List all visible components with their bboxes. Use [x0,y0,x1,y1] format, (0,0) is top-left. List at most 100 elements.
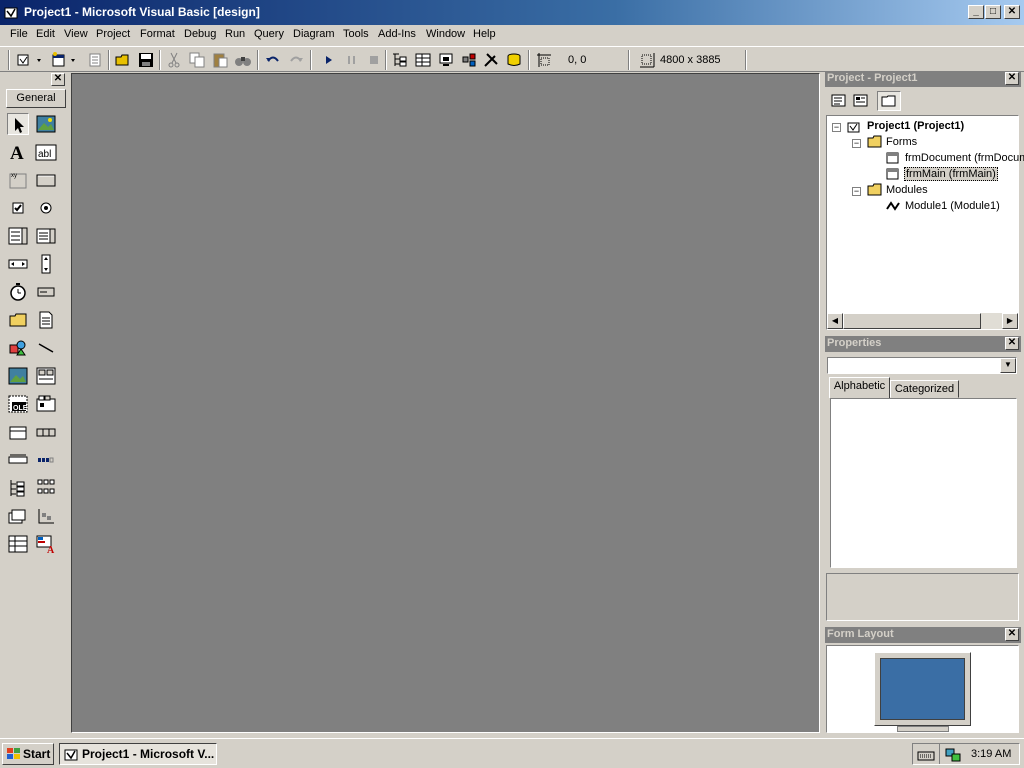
menu-addins[interactable]: Add-Ins [378,28,416,40]
menu-view[interactable]: View [64,28,88,40]
view-object-icon[interactable] [852,93,870,109]
chevron-down-icon[interactable]: ▼ [1000,358,1016,373]
toolbar-tool-icon[interactable] [7,421,29,443]
toolbar-grip[interactable] [8,50,10,70]
menu-editor-icon[interactable] [86,51,104,69]
treeview-tool-icon[interactable] [7,477,29,499]
add-form-dropdown-icon[interactable] [68,51,78,69]
end-icon[interactable] [365,51,383,69]
toolbox-close-icon[interactable]: ✕ [51,73,65,86]
add-project-icon[interactable] [16,51,34,69]
redo-icon[interactable] [287,51,305,69]
title-bar[interactable]: Project1 - Microsoft Visual Basic [desig… [0,0,1024,25]
start-icon[interactable] [320,51,338,69]
menu-diagram[interactable]: Diagram [293,28,335,40]
filelistbox-tool-icon[interactable] [35,309,57,331]
maximize-icon[interactable]: □ [985,5,1001,19]
tree-node-frmdocument[interactable]: frmDocument (frmDocument) [905,152,1024,164]
dirlistbox-tool-icon[interactable] [7,309,29,331]
drivelistbox-tool-icon[interactable] [35,281,57,303]
picturebox-tool-icon[interactable] [35,113,57,135]
ole-tool-icon[interactable]: OLE [7,393,29,415]
menu-format[interactable]: Format [140,28,175,40]
data-view-icon[interactable] [505,51,523,69]
mschart-tool-icon[interactable] [7,533,29,555]
expander-minus-icon[interactable]: − [852,187,861,196]
menu-window[interactable]: Window [426,28,465,40]
menu-help[interactable]: Help [473,28,496,40]
menu-project[interactable]: Project [96,28,130,40]
project-panel-close-icon[interactable]: ✕ [1005,72,1019,85]
add-form-icon[interactable] [50,51,68,69]
line-tool-icon[interactable] [35,337,57,359]
start-button[interactable]: Start [2,743,54,765]
image-tool-icon[interactable] [7,365,29,387]
tree-node-modules[interactable]: Modules [886,184,928,196]
combobox-tool-icon[interactable] [7,225,29,247]
object-browser-icon[interactable] [460,51,478,69]
animation-tool-icon[interactable] [35,505,57,527]
monitor-screen[interactable] [880,658,965,720]
network-icon[interactable] [944,747,962,763]
toggle-folders-button[interactable] [877,91,901,111]
textbox-tool-icon[interactable]: abl [35,141,57,163]
optionbutton-tool-icon[interactable] [35,197,57,219]
frame-tool-icon[interactable]: xy [7,169,29,191]
checkbox-tool-icon[interactable] [7,197,29,219]
expander-minus-icon[interactable]: − [852,139,861,148]
open-project-icon[interactable] [114,51,132,69]
menu-run[interactable]: Run [225,28,245,40]
tree-node-forms[interactable]: Forms [886,136,917,148]
form-layout-icon[interactable] [437,51,455,69]
tree-node-module1[interactable]: Module1 (Module1) [905,200,1000,212]
imagelist-tool-icon[interactable] [7,505,29,527]
tree-node-project[interactable]: Project1 (Project1) [867,120,964,132]
save-project-icon[interactable] [137,51,155,69]
menu-edit[interactable]: Edit [36,28,55,40]
hscrollbar-tool-icon[interactable] [7,253,29,275]
menu-query[interactable]: Query [254,28,284,40]
properties-grid[interactable] [830,398,1017,568]
find-icon[interactable] [234,51,252,69]
view-code-icon[interactable] [830,93,848,109]
undo-icon[interactable] [264,51,282,69]
task-button-project1[interactable]: Project1 - Microsoft V... [59,743,217,765]
mdi-workspace[interactable] [71,73,820,733]
scroll-thumb[interactable] [843,313,981,329]
copy-icon[interactable] [188,51,206,69]
vb-app-icon[interactable] [4,5,20,21]
listview-tool-icon[interactable] [35,477,57,499]
expander-minus-icon[interactable]: − [832,123,841,132]
toolbox-general-tab[interactable]: General [6,89,66,108]
sstab-tool-icon[interactable] [35,393,57,415]
project-explorer-icon[interactable] [391,51,409,69]
richtextbox-tool-icon[interactable]: A [35,533,57,556]
pointer-tool-icon[interactable] [7,113,29,135]
add-project-dropdown-icon[interactable] [34,51,44,69]
statusbar-tool-icon[interactable] [35,421,57,443]
properties-panel-close-icon[interactable]: ✕ [1005,337,1019,350]
shape-tool-icon[interactable] [7,337,29,359]
menu-tools[interactable]: Tools [343,28,369,40]
form-layout-close-icon[interactable]: ✕ [1005,628,1019,641]
menu-debug[interactable]: Debug [184,28,216,40]
minimize-icon[interactable]: _ [968,5,984,19]
listbox-tool-icon[interactable] [35,225,57,247]
toolbox-icon[interactable] [482,51,500,69]
tree-hscrollbar[interactable]: ◀ ▶ [827,313,1018,329]
tree-node-frmmain[interactable]: frmMain (frmMain) [904,167,998,181]
data-tool-icon[interactable] [35,365,57,387]
object-selector-combo[interactable]: ▼ [827,357,1017,374]
cut-icon[interactable] [165,51,183,69]
menu-file[interactable]: File [10,28,28,40]
label-tool-icon[interactable]: A [7,141,29,164]
properties-window-icon[interactable] [414,51,432,69]
paste-icon[interactable] [211,51,229,69]
close-icon[interactable]: ✕ [1004,5,1020,19]
scroll-right-icon[interactable]: ▶ [1002,313,1018,329]
slider-tool-icon[interactable] [35,449,57,471]
keyboard-icon[interactable] [917,747,935,763]
vscrollbar-tool-icon[interactable] [35,253,57,275]
progressbar-tool-icon[interactable] [7,449,29,471]
scroll-left-icon[interactable]: ◀ [827,313,843,329]
